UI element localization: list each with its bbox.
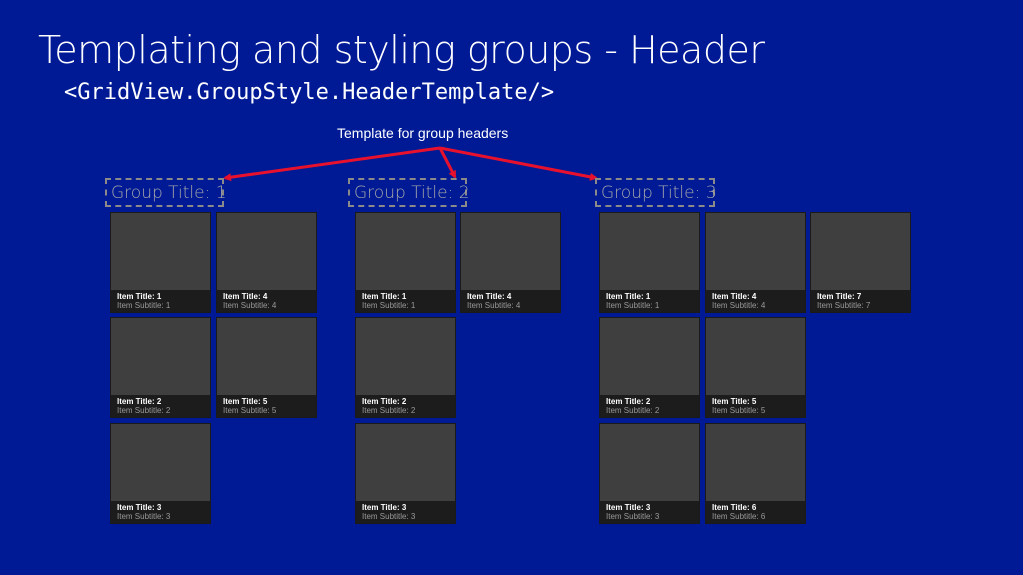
- item-title: Item Title: 1: [117, 292, 162, 301]
- item-title: Item Title: 4: [467, 292, 512, 301]
- tile-g3-item-3[interactable]: Item Title: 3 Item Subtitle: 3: [599, 423, 700, 524]
- group-header-2: Group Title: 2: [348, 178, 470, 207]
- item-title: Item Title: 1: [606, 292, 651, 301]
- arrow-to-group-3: [439, 146, 598, 181]
- tile-g2-item-3[interactable]: Item Title: 3 Item Subtitle: 3: [355, 423, 456, 524]
- tile-g3-item-2[interactable]: Item Title: 2 Item Subtitle: 2: [599, 317, 700, 418]
- item-subtitle: Item Subtitle: 5: [712, 406, 766, 415]
- item-subtitle: Item Subtitle: 1: [362, 301, 416, 310]
- arrow-to-group-2: [438, 147, 457, 179]
- tile-g3-item-5[interactable]: Item Title: 5 Item Subtitle: 5: [705, 317, 806, 418]
- tile-g2-item-1[interactable]: Item Title: 1 Item Subtitle: 1: [355, 212, 456, 313]
- tile-g3-item-6[interactable]: Item Title: 6 Item Subtitle: 6: [705, 423, 806, 524]
- item-title: Item Title: 3: [606, 503, 651, 512]
- item-title: Item Title: 4: [712, 292, 757, 301]
- item-subtitle: Item Subtitle: 4: [712, 301, 766, 310]
- item-subtitle: Item Subtitle: 4: [223, 301, 277, 310]
- item-title: Item Title: 2: [362, 397, 407, 406]
- item-title: Item Title: 5: [223, 397, 268, 406]
- item-title: Item Title: 5: [712, 397, 757, 406]
- tile-g1-item-1[interactable]: Item Title: 1 Item Subtitle: 1: [110, 212, 211, 313]
- item-title: Item Title: 7: [817, 292, 862, 301]
- item-title: Item Title: 4: [223, 292, 268, 301]
- item-subtitle: Item Subtitle: 2: [117, 406, 171, 415]
- item-subtitle: Item Subtitle: 2: [606, 406, 660, 415]
- item-title: Item Title: 3: [362, 503, 407, 512]
- tile-g3-item-4[interactable]: Item Title: 4 Item Subtitle: 4: [705, 212, 806, 313]
- item-subtitle: Item Subtitle: 1: [606, 301, 660, 310]
- item-subtitle: Item Subtitle: 5: [223, 406, 277, 415]
- item-subtitle: Item Subtitle: 4: [467, 301, 521, 310]
- item-title: Item Title: 2: [117, 397, 162, 406]
- tile-g1-item-4[interactable]: Item Title: 4 Item Subtitle: 4: [216, 212, 317, 313]
- tile-g2-item-4[interactable]: Item Title: 4 Item Subtitle: 4: [460, 212, 561, 313]
- item-subtitle: Item Subtitle: 7: [817, 301, 871, 310]
- arrow-to-group-1: [223, 146, 441, 182]
- item-title: Item Title: 1: [362, 292, 407, 301]
- item-subtitle: Item Subtitle: 3: [362, 512, 416, 521]
- item-title: Item Title: 2: [606, 397, 651, 406]
- group-header-3: Group Title: 3: [595, 178, 717, 207]
- item-subtitle: Item Subtitle: 3: [117, 512, 171, 521]
- item-title: Item Title: 6: [712, 503, 757, 512]
- tile-g2-item-2[interactable]: Item Title: 2 Item Subtitle: 2: [355, 317, 456, 418]
- group-header-1: Group Title: 1: [105, 178, 227, 207]
- item-subtitle: Item Subtitle: 2: [362, 406, 416, 415]
- tile-g3-item-7[interactable]: Item Title: 7 Item Subtitle: 7: [810, 212, 911, 313]
- tile-g1-item-5[interactable]: Item Title: 5 Item Subtitle: 5: [216, 317, 317, 418]
- item-subtitle: Item Subtitle: 1: [117, 301, 171, 310]
- item-title: Item Title: 3: [117, 503, 162, 512]
- tile-g1-item-2[interactable]: Item Title: 2 Item Subtitle: 2: [110, 317, 211, 418]
- tile-g1-item-3[interactable]: Item Title: 3 Item Subtitle: 3: [110, 423, 211, 524]
- tile-g3-item-1[interactable]: Item Title: 1 Item Subtitle: 1: [599, 212, 700, 313]
- item-subtitle: Item Subtitle: 3: [606, 512, 660, 521]
- item-subtitle: Item Subtitle: 6: [712, 512, 766, 521]
